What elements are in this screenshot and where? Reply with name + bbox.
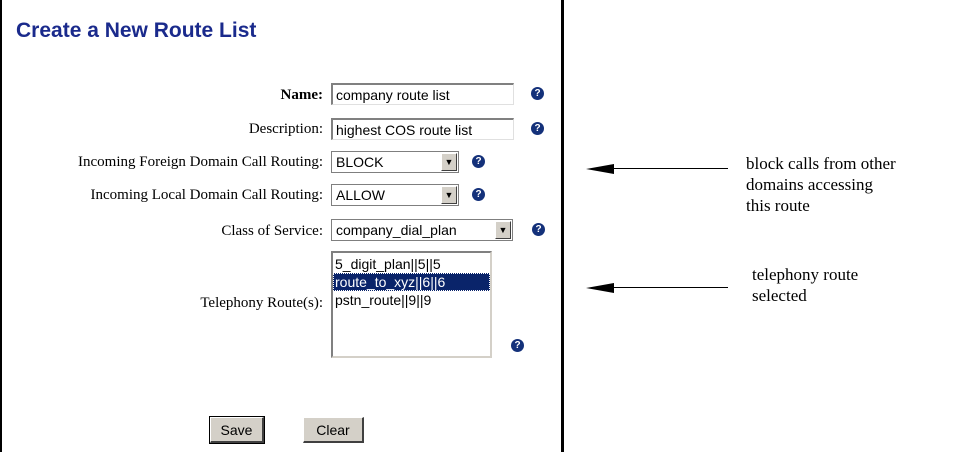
clear-button[interactable]: Clear	[303, 417, 364, 443]
name-label: Name:	[280, 87, 323, 103]
local-routing-select[interactable]: ALLOW ▼	[331, 184, 459, 206]
annotation-arrow-foreign	[612, 168, 728, 169]
annotation-arrowhead-telephony	[586, 283, 614, 293]
page-title: Create a New Route List	[16, 19, 257, 42]
annotation-line: domains accessing	[746, 175, 873, 194]
foreign-routing-help-icon[interactable]: ?	[472, 155, 485, 168]
description-help-icon[interactable]: ?	[531, 122, 544, 135]
class-of-service-label: Class of Service:	[221, 223, 323, 239]
annotation-line: block calls from other	[746, 154, 896, 173]
telephony-routes-listbox[interactable]: 5_digit_plan||5||5 route_to_xyz||6||6 ps…	[331, 251, 492, 358]
local-routing-help-icon[interactable]: ?	[472, 188, 485, 201]
annotation-arrow-telephony	[612, 287, 728, 288]
chevron-down-icon[interactable]: ▼	[441, 153, 457, 171]
chevron-down-icon[interactable]: ▼	[441, 186, 457, 204]
local-routing-value: ALLOW	[336, 187, 386, 203]
telephony-routes-label: Telephony Route(s):	[200, 295, 323, 311]
annotation-line: this route	[746, 196, 810, 215]
save-button[interactable]: Save	[209, 416, 265, 444]
description-label: Description:	[248, 121, 323, 137]
annotation-line: selected	[752, 286, 807, 305]
annotation-line: telephony route	[752, 265, 859, 284]
name-input[interactable]: company route list	[331, 83, 514, 105]
list-item[interactable]: pstn_route||9||9	[333, 291, 490, 309]
route-list-panel: Create a New Route List Name: company ro…	[0, 0, 564, 452]
name-help-icon[interactable]: ?	[531, 87, 544, 100]
foreign-routing-value: BLOCK	[336, 154, 384, 170]
local-routing-label: Incoming Local Domain Call Routing:	[90, 187, 323, 203]
class-of-service-value: company_dial_plan	[336, 222, 457, 238]
class-of-service-select[interactable]: company_dial_plan ▼	[331, 219, 513, 241]
description-input[interactable]: highest COS route list	[331, 118, 514, 140]
foreign-routing-select[interactable]: BLOCK ▼	[331, 151, 459, 173]
list-item-selected[interactable]: route_to_xyz||6||6	[333, 273, 490, 291]
chevron-down-icon[interactable]: ▼	[495, 221, 511, 239]
telephony-routes-help-icon[interactable]: ?	[511, 339, 524, 352]
annotation-telephony-text: telephony route selected	[752, 264, 858, 306]
foreign-routing-label: Incoming Foreign Domain Call Routing:	[78, 154, 323, 170]
annotation-arrowhead-foreign	[586, 164, 614, 174]
list-item[interactable]: 5_digit_plan||5||5	[333, 255, 490, 273]
annotation-foreign-text: block calls from other domains accessing…	[746, 153, 896, 216]
class-of-service-help-icon[interactable]: ?	[532, 223, 545, 236]
